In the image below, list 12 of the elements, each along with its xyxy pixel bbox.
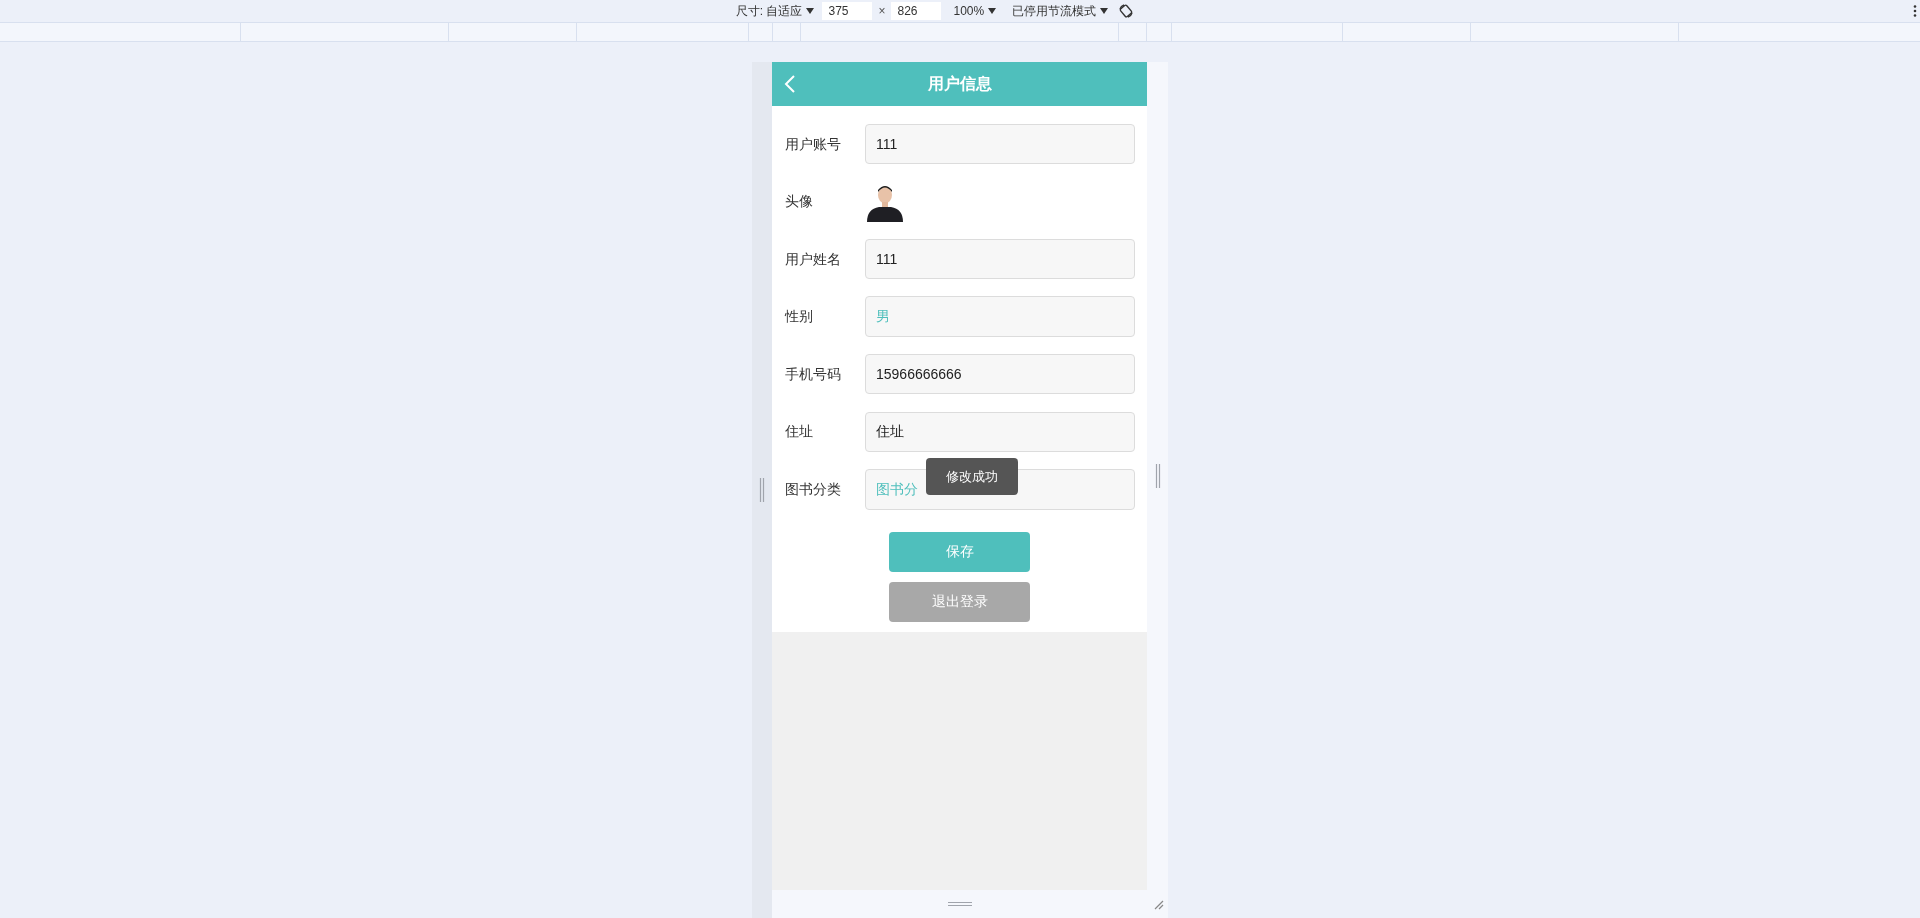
picker-value: 男 bbox=[876, 307, 890, 326]
field-label: 图书分类 bbox=[785, 479, 842, 499]
field-label: 性别 bbox=[785, 307, 814, 326]
success-toast: 修改成功 bbox=[926, 458, 1018, 495]
field-label: 住址 bbox=[785, 422, 814, 441]
times-sign: × bbox=[878, 3, 886, 20]
field-label: 用户姓名 bbox=[785, 249, 842, 269]
field-label: 手机号码 bbox=[785, 364, 842, 384]
field-label: 用户账号 bbox=[785, 134, 842, 154]
field-label: 头像 bbox=[785, 192, 814, 211]
picker-value: 图书分 bbox=[876, 479, 918, 499]
page-title: 用户信息 bbox=[927, 74, 992, 94]
